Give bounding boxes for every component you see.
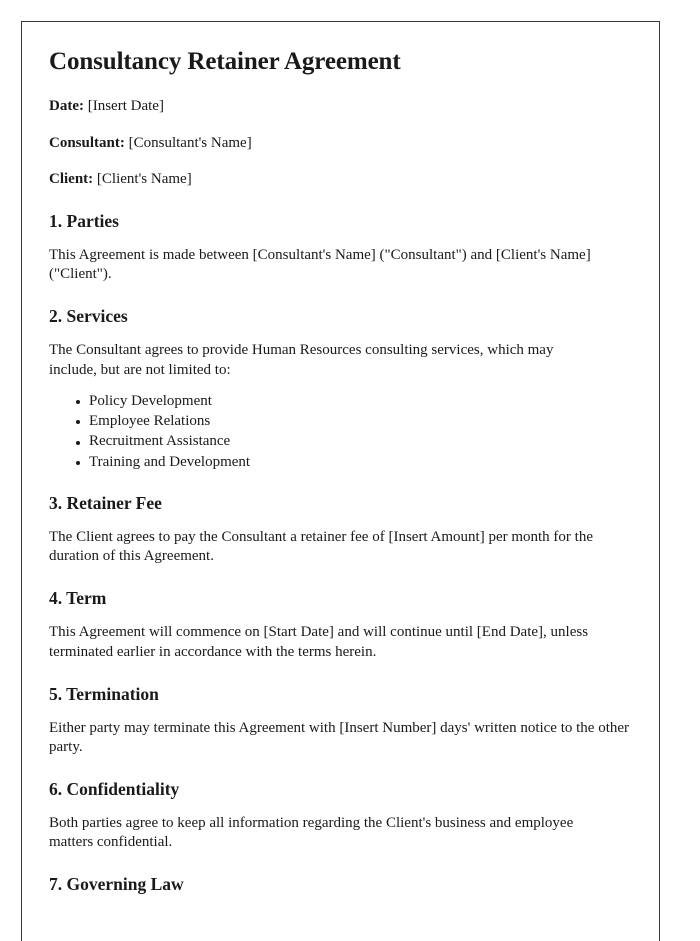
section-heading-retainer-fee: 3. Retainer Fee (49, 492, 162, 513)
section-heading-termination: 5. Termination (49, 683, 159, 704)
section-heading-services: 2. Services (49, 306, 128, 327)
document-body: Consultancy Retainer Agreement Date: [In… (22, 22, 659, 895)
bullet-icon (76, 420, 80, 425)
list-item-label: Policy Development (89, 392, 212, 409)
document-page: Consultancy Retainer Agreement Date: [In… (21, 21, 660, 941)
list-item-label: Recruitment Assistance (89, 433, 231, 450)
page-title: Consultancy Retainer Agreement (49, 48, 401, 75)
list-item-label: Employee Relations (89, 413, 211, 430)
services-bullet-list: Policy Development Employee Relations Re… (49, 392, 631, 471)
section-confidentiality: 6. Confidentiality Both parties agree to… (49, 779, 631, 852)
section-heading-term: 4. Term (49, 588, 107, 609)
section-services: 2. Services The Consultant agrees to pro… (49, 306, 631, 471)
bullet-icon (76, 460, 80, 465)
section-termination: 5. Termination Either party may terminat… (49, 684, 631, 757)
meta-label-consultant: Consultant: (49, 134, 125, 151)
section-body-confidentiality: Both parties agree to keep all informati… (49, 815, 574, 851)
meta-line-consultant: Consultant: [Consultant's Name] (49, 134, 631, 153)
section-term: 4. Term This Agreement will commence on … (49, 588, 631, 661)
section-parties: 1. Parties This Agreement is made betwee… (49, 211, 631, 284)
list-item-label: Training and Development (89, 453, 251, 470)
section-governing-law: 7. Governing Law (49, 874, 631, 895)
meta-value-date: [Insert Date] (87, 97, 164, 114)
bullet-icon (76, 440, 80, 445)
section-heading-confidentiality: 6. Confidentiality (49, 779, 180, 800)
section-body-retainer-fee: The Client agrees to pay the Consultant … (49, 528, 593, 565)
section-heading-governing-law: 7. Governing Law (49, 874, 184, 895)
meta-label-client: Client: (49, 171, 94, 188)
meta-line-date: Date: [Insert Date] (49, 97, 631, 116)
section-body-term: This Agreement will commence on [Start D… (49, 624, 589, 660)
meta-line-client: Client: [Client's Name] (49, 170, 631, 189)
section-retainer-fee: 3. Retainer Fee The Client agrees to pay… (49, 493, 631, 566)
section-heading-parties: 1. Parties (49, 211, 119, 231)
meta-value-consultant: [Consultant's Name] (128, 134, 252, 151)
section-body-parties: This Agreement is made between [Consulta… (49, 247, 591, 283)
section-body-termination: Either party may terminate this Agreemen… (49, 719, 630, 755)
list-item: Recruitment Assistance (49, 432, 631, 450)
meta-value-client: [Client's Name] (96, 171, 192, 188)
list-item: Training and Development (49, 453, 631, 471)
list-item: Employee Relations (49, 412, 631, 430)
list-item: Policy Development (49, 392, 631, 410)
meta-label-date: Date: (49, 97, 84, 114)
section-body-services: The Consultant agrees to provide Human R… (49, 342, 554, 378)
bullet-icon (76, 400, 80, 404)
